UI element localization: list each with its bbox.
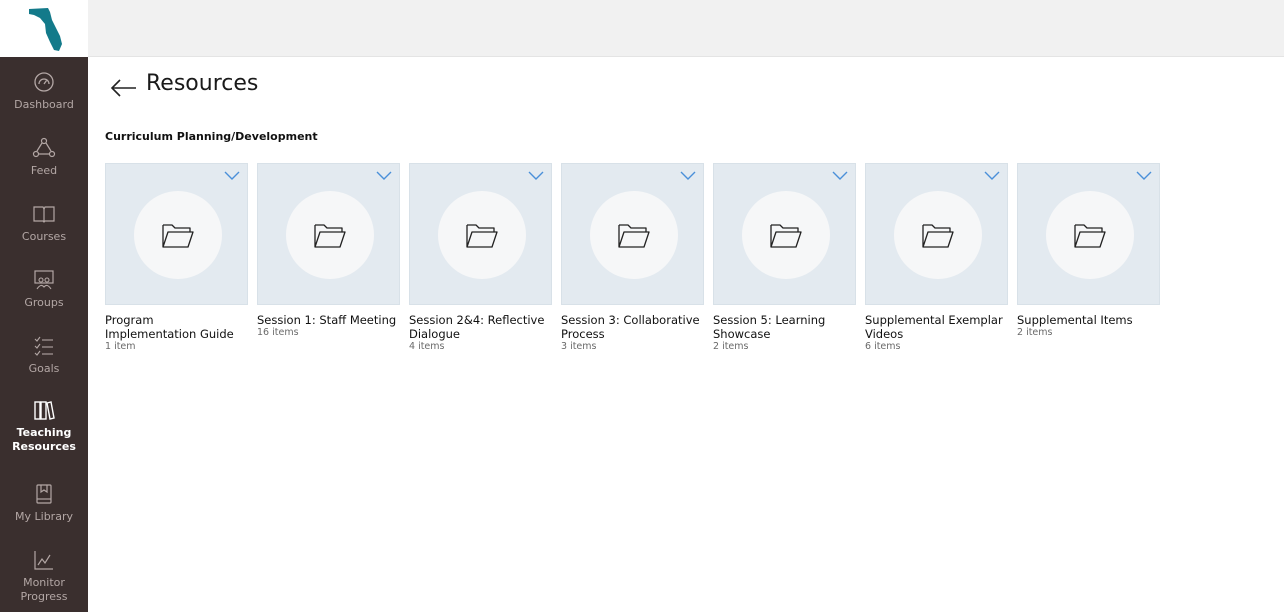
folder-card[interactable]: Session 5: Learning Showcase 2 items	[713, 163, 856, 353]
section-title: Curriculum Planning/Development	[105, 130, 318, 143]
folder-icon	[314, 224, 346, 248]
line-chart-icon	[34, 551, 53, 570]
sidebar-item-label: My Library	[15, 510, 73, 523]
folder-icon	[922, 224, 954, 248]
folder-title: Session 5: Learning Showcase	[713, 313, 826, 341]
folder-card[interactable]: Program Implementation Guide 1 item	[105, 163, 248, 353]
folder-thumbnail	[105, 163, 248, 305]
sidebar-item-dashboard[interactable]: Dashboard	[0, 70, 88, 112]
folder-item-count: 16 items	[257, 327, 299, 338]
folder-thumbnail	[1017, 163, 1160, 305]
books-icon	[34, 401, 55, 420]
folder-icon-circle	[742, 191, 830, 279]
top-bar	[88, 0, 1284, 57]
chevron-down-icon[interactable]	[679, 170, 697, 182]
folder-icon	[1074, 224, 1106, 248]
folder-icon-circle	[286, 191, 374, 279]
folder-icon-circle	[590, 191, 678, 279]
florida-logo-icon	[29, 8, 62, 51]
sidebar-item-my-library[interactable]: My Library	[0, 482, 88, 524]
folder-title: Session 1: Staff Meeting	[257, 313, 397, 327]
folder-item-count: 2 items	[713, 341, 749, 352]
folder-title: Session 3: Collaborative Process	[561, 313, 700, 341]
sidebar-item-label: Feed	[30, 164, 58, 177]
sidebar-item-label: Goals	[28, 362, 60, 375]
chevron-down-icon[interactable]	[527, 170, 545, 182]
chevron-down-icon[interactable]	[223, 170, 241, 182]
folder-card[interactable]: Supplemental Exemplar Videos 6 items	[865, 163, 1008, 353]
folder-item-count: 6 items	[865, 341, 901, 352]
folder-icon-circle	[134, 191, 222, 279]
folder-icon	[466, 224, 498, 248]
folder-item-count: 4 items	[409, 341, 445, 352]
folder-icon	[770, 224, 802, 248]
folder-item-count: 2 items	[1017, 327, 1053, 338]
sidebar-item-label: Monitor Progress	[20, 576, 68, 603]
page-title: Resources	[146, 71, 259, 96]
sidebar-item-goals[interactable]: Goals	[0, 334, 88, 376]
folder-card[interactable]: Session 3: Collaborative Process 3 items	[561, 163, 704, 353]
sidebar-item-teaching-resources[interactable]: Teaching Resources	[0, 398, 88, 454]
sidebar-item-courses[interactable]: Courses	[0, 202, 88, 244]
sidebar: Dashboard Feed Courses Groups Goals Teac…	[0, 57, 88, 612]
folder-icon-circle	[438, 191, 526, 279]
folder-thumbnail	[561, 163, 704, 305]
folder-thumbnail	[409, 163, 552, 305]
folder-title: Session 2&4: Reflective Dialogue	[409, 313, 545, 341]
sidebar-item-label: Teaching Resources	[12, 426, 76, 453]
folder-icon-circle	[1046, 191, 1134, 279]
folder-icon	[618, 224, 650, 248]
checklist-icon	[34, 336, 53, 356]
sidebar-item-label: Courses	[21, 230, 67, 243]
folder-card[interactable]: Supplemental Items 2 items	[1017, 163, 1160, 339]
chevron-down-icon[interactable]	[831, 170, 849, 182]
folder-icon-circle	[894, 191, 982, 279]
logo[interactable]	[0, 0, 88, 57]
back-arrow-icon[interactable]	[110, 77, 138, 99]
sidebar-item-label: Groups	[24, 296, 64, 309]
folder-thumbnail	[713, 163, 856, 305]
main-content: Resources Curriculum Planning/Developmen…	[88, 57, 1284, 612]
sidebar-item-groups[interactable]: Groups	[0, 268, 88, 310]
folder-title: Supplemental Items	[1017, 313, 1133, 327]
bookmark-book-icon	[36, 484, 52, 504]
folder-card[interactable]: Session 1: Staff Meeting 16 items	[257, 163, 400, 339]
folder-item-count: 3 items	[561, 341, 597, 352]
folder-icon	[162, 224, 194, 248]
open-book-icon	[33, 206, 55, 223]
folder-thumbnail	[257, 163, 400, 305]
chevron-down-icon[interactable]	[1135, 170, 1153, 182]
network-icon	[32, 137, 56, 158]
folder-title: Program Implementation Guide	[105, 313, 234, 341]
folder-thumbnail	[865, 163, 1008, 305]
sidebar-item-monitor-progress[interactable]: Monitor Progress	[0, 548, 88, 604]
folder-title: Supplemental Exemplar Videos	[865, 313, 1003, 341]
sidebar-item-feed[interactable]: Feed	[0, 136, 88, 178]
sidebar-item-label: Dashboard	[14, 98, 74, 111]
chevron-down-icon[interactable]	[375, 170, 393, 182]
chevron-down-icon[interactable]	[983, 170, 1001, 182]
folder-card[interactable]: Session 2&4: Reflective Dialogue 4 items	[409, 163, 552, 353]
group-presentation-icon	[34, 270, 54, 290]
gauge-icon	[34, 72, 54, 92]
folder-item-count: 1 item	[105, 341, 136, 352]
